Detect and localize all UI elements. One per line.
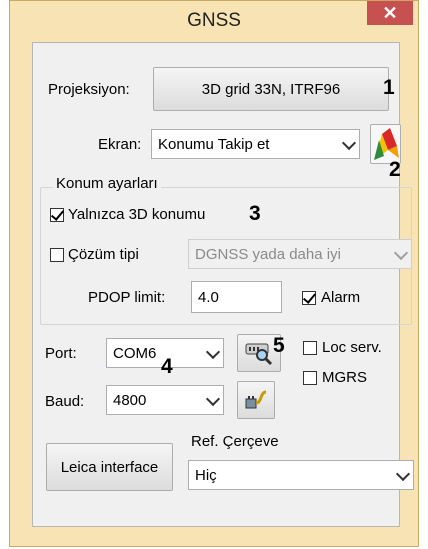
solution-type-label: Çözüm tipi: [68, 246, 139, 263]
chevron-down-icon: [205, 344, 221, 360]
mgrs-label: MGRS: [322, 369, 367, 386]
solution-type-select[interactable]: DGNSS yada daha iyi: [188, 239, 412, 269]
alarm-checkbox[interactable]: [302, 291, 316, 305]
mgrs-checkbox[interactable]: [303, 371, 317, 385]
close-icon: ✕: [382, 3, 398, 23]
connect-icon: [245, 390, 267, 409]
ref-frame-label: Ref. Çerçeve: [191, 433, 279, 450]
leica-interface-button[interactable]: Leica interface: [46, 443, 173, 491]
loc-serv-label: Loc serv.: [322, 339, 382, 356]
dialog-body: Projeksiyon: 3D grid 33N, ITRF96 1 Ekran…: [32, 42, 414, 527]
pdop-value: 4.0: [198, 288, 219, 306]
solution-type-checkbox[interactable]: [50, 248, 64, 262]
solution-type-value: DGNSS yada daha iyi: [195, 245, 341, 263]
annotation-3: 3: [249, 202, 261, 225]
only-3d-checkbox[interactable]: [50, 208, 64, 222]
pdop-input[interactable]: 4.0: [191, 281, 282, 313]
connect-button[interactable]: [237, 381, 275, 419]
annotation-2: 2: [389, 158, 401, 181]
ref-frame-select[interactable]: Hiç: [188, 460, 414, 490]
gnss-window: GNSS ✕ Projeksiyon: 3D grid 33N, ITRF96 …: [9, 0, 419, 547]
chevron-down-icon: [393, 245, 409, 261]
loc-serv-checkbox[interactable]: [303, 341, 317, 355]
alarm-label: Alarm: [321, 289, 361, 306]
only-3d-label: Yalnızca 3D konumu: [68, 206, 206, 223]
annotation-4: 4: [161, 355, 173, 378]
window-title: GNSS: [187, 10, 241, 31]
display-label: Ekran:: [98, 136, 142, 153]
close-button[interactable]: ✕: [367, 1, 413, 25]
baud-select-value: 4800: [113, 391, 147, 409]
baud-label: Baud:: [45, 393, 85, 410]
port-search-icon: [245, 343, 273, 366]
ref-frame-value: Hiç: [195, 466, 217, 484]
display-select[interactable]: Konumu Takip et: [151, 129, 360, 159]
annotation-1: 1: [383, 76, 395, 99]
baud-select[interactable]: 4800: [106, 385, 224, 415]
port-select-value: COM6: [113, 344, 157, 362]
projection-button[interactable]: 3D grid 33N, ITRF96: [153, 67, 389, 111]
chevron-down-icon: [341, 135, 357, 151]
pdop-label: PDOP limit:: [88, 289, 166, 306]
port-label: Port:: [45, 345, 77, 362]
projection-label: Projeksiyon:: [48, 81, 130, 98]
chevron-down-icon: [395, 466, 411, 482]
title-bar[interactable]: GNSS ✕: [10, 1, 418, 41]
display-select-value: Konumu Takip et: [158, 135, 270, 153]
leica-interface-label: Leica interface: [60, 458, 159, 476]
annotation-5: 5: [273, 334, 285, 357]
position-settings-title: Konum ayarları: [53, 175, 161, 192]
map-layers-icon: [373, 128, 399, 160]
projection-button-label: 3D grid 33N, ITRF96: [201, 80, 341, 98]
chevron-down-icon: [205, 391, 221, 407]
